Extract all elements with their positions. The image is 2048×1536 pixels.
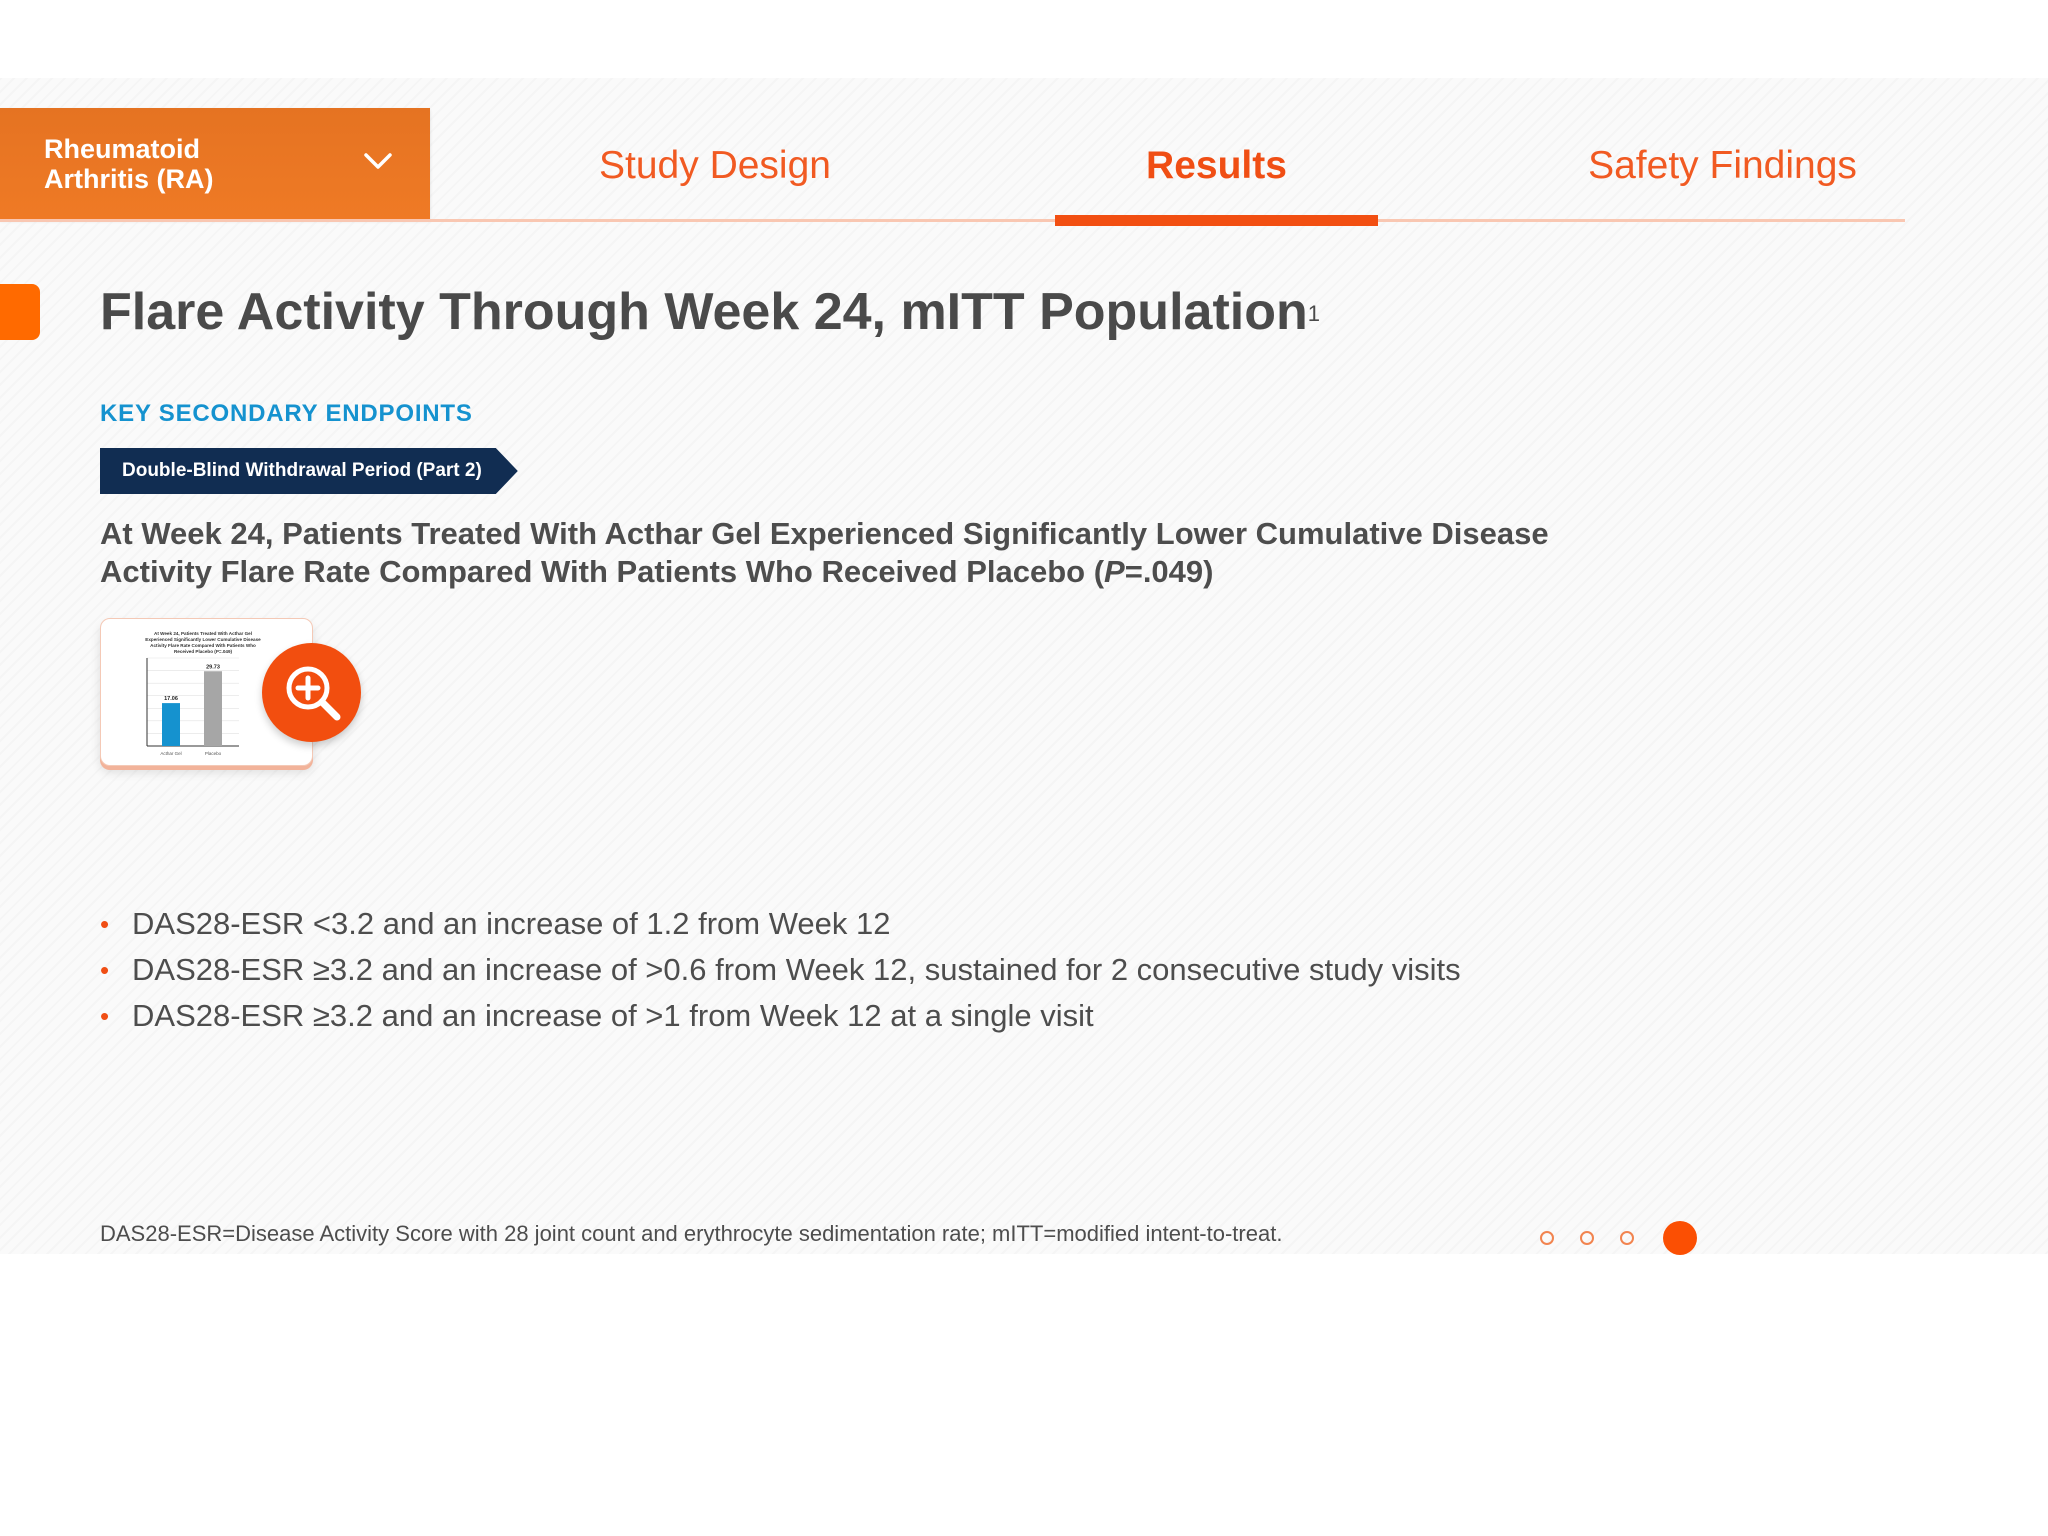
tab-safety-findings[interactable]: Safety Findings	[1560, 144, 1885, 188]
tab-study-design[interactable]: Study Design	[565, 144, 865, 188]
tab-results[interactable]: Results	[1055, 144, 1378, 188]
list-item: • DAS28-ESR ≥3.2 and an increase of >0.6 …	[100, 947, 1461, 993]
zoom-button[interactable]	[262, 643, 361, 742]
pager-dot[interactable]	[1620, 1231, 1634, 1245]
thumb-bar-label: Placebo	[205, 751, 222, 756]
pager-dot[interactable]	[1540, 1231, 1554, 1245]
headline-p: P	[1104, 554, 1125, 589]
thumb-title-line: Experienced Significantly Lower Cumulati…	[145, 637, 261, 642]
section-marker	[0, 284, 40, 340]
footnote: DAS28-ESR=Disease Activity Score with 28…	[100, 1221, 1283, 1246]
thumb-title-line: Received Placebo (P=.049)	[174, 649, 233, 654]
bullet-icon: •	[100, 955, 110, 985]
page-title: Flare Activity Through Week 24, mITT Pop…	[100, 282, 1320, 342]
headline-text: At Week 24, Patients Treated With Acthar…	[100, 516, 1549, 589]
thumb-title-line: Activity Flare Rate Compared With Patien…	[150, 643, 256, 648]
nav-divider	[0, 219, 1905, 222]
period-ribbon: Double-Blind Withdrawal Period (Part 2)	[100, 448, 518, 494]
page-title-text: Flare Activity Through Week 24, mITT Pop…	[100, 283, 1308, 341]
pager-dot-active[interactable]	[1663, 1221, 1697, 1255]
flare-definition-list: • DAS28-ESR <3.2 and an increase of 1.2 f…	[100, 901, 1461, 1039]
zoom-in-icon	[286, 666, 341, 721]
list-item-text: DAS28-ESR <3.2 and an increase of 1.2 fr…	[132, 906, 891, 941]
bullet-icon: •	[100, 1001, 110, 1031]
slide-stage: Rheumatoid Arthritis (RA) Study Design R…	[0, 78, 2048, 1255]
indication-dropdown[interactable]: Rheumatoid Arthritis (RA)	[0, 108, 430, 219]
list-item-text: DAS28-ESR ≥3.2 and an increase of >1 fro…	[132, 998, 1094, 1033]
chevron-down-icon	[364, 153, 392, 169]
thumb-bar-value: 17.06	[164, 696, 178, 702]
results-headline: At Week 24, Patients Treated With Acthar…	[100, 515, 1560, 591]
thumb-bar-label: Acthar Gel	[160, 751, 181, 756]
thumb-bar	[204, 671, 222, 746]
thumb-bar-value: 29.73	[206, 664, 220, 670]
list-item: • DAS28-ESR ≥3.2 and an increase of >1 fr…	[100, 993, 1461, 1039]
thumb-bar	[162, 703, 180, 746]
dropdown-label: Rheumatoid Arthritis (RA)	[44, 134, 214, 194]
headline-p-value: =.049)	[1124, 554, 1214, 589]
section-kicker: KEY SECONDARY ENDPOINTS	[100, 400, 473, 427]
active-tab-indicator	[1055, 215, 1378, 226]
pager-dot[interactable]	[1580, 1231, 1594, 1245]
title-reference: 1	[1307, 301, 1320, 326]
list-item-text: DAS28-ESR ≥3.2 and an increase of >0.6 f…	[132, 952, 1461, 987]
bullet-icon: •	[100, 909, 110, 939]
list-item: • DAS28-ESR <3.2 and an increase of 1.2 f…	[100, 901, 1461, 947]
thumb-title-line: At Week 24, Patients Treated With Acthar…	[154, 631, 252, 636]
